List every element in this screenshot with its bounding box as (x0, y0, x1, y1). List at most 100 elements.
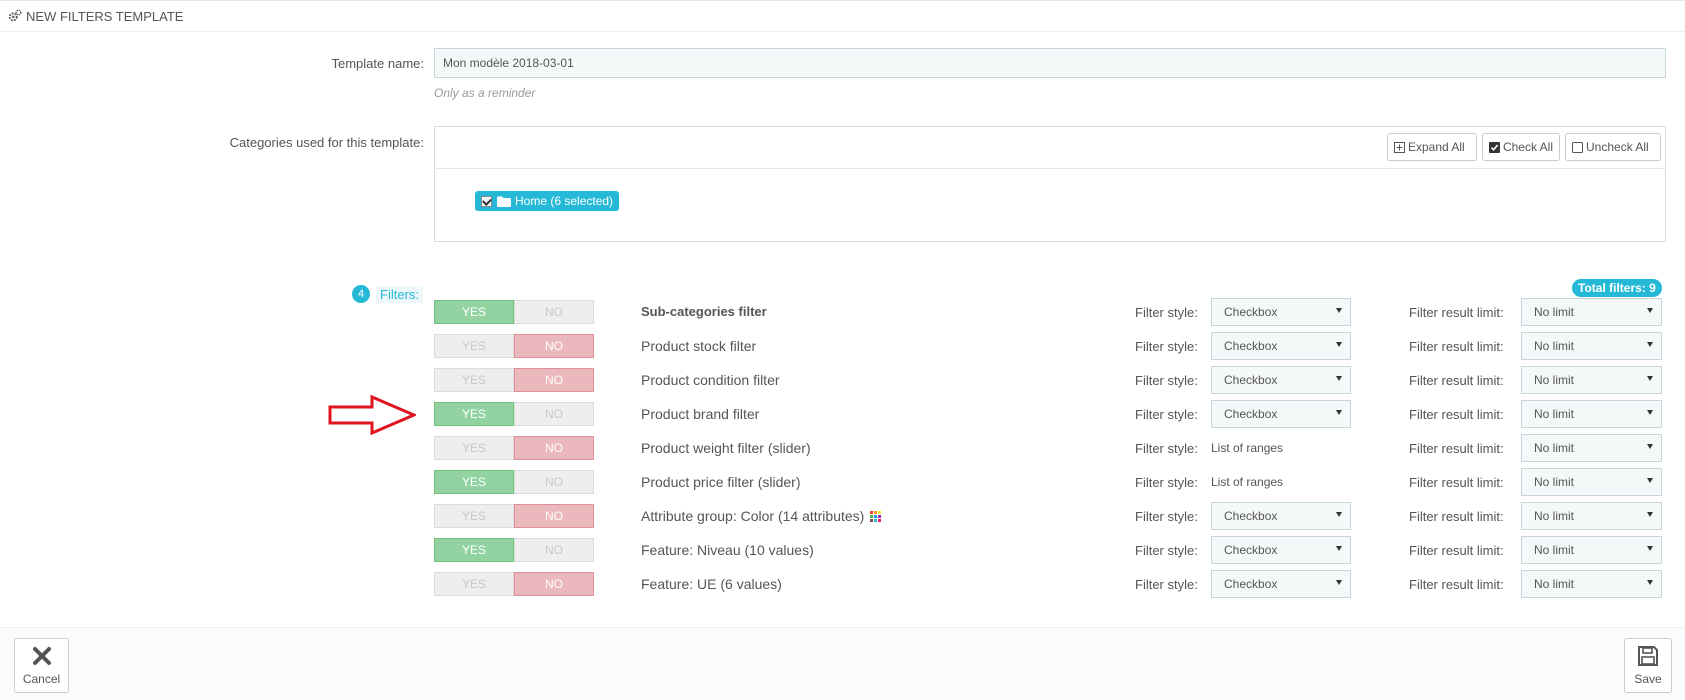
filter-style-select[interactable]: Checkbox (1211, 536, 1351, 564)
caret-down-icon (1336, 546, 1342, 551)
switch-no[interactable]: NO (514, 368, 594, 392)
filter-limit-value: No limit (1534, 577, 1575, 591)
save-label: Save (1634, 672, 1662, 686)
filter-name-text: Feature: Niveau (10 values) (641, 542, 814, 558)
close-icon (32, 646, 51, 665)
filter-name-text: Product condition filter (641, 372, 780, 388)
template-name-input[interactable] (434, 48, 1666, 78)
filter-row: YES NO Attribute group: Color (14 attrib… (0, 502, 1685, 530)
filter-row: YES NO Product brand filter Filter style… (0, 400, 1685, 428)
switch-yes[interactable]: YES (434, 538, 514, 562)
filter-limit-value: No limit (1534, 509, 1575, 523)
filter-enabled-switch[interactable]: YES NO (434, 334, 594, 358)
filter-style-label: Filter style: (1135, 305, 1198, 320)
folder-icon (497, 196, 511, 207)
switch-yes[interactable]: YES (434, 300, 514, 324)
caret-down-icon (1647, 478, 1653, 483)
filter-limit-value: No limit (1534, 407, 1575, 421)
filter-limit-select[interactable]: No limit (1521, 400, 1662, 428)
filter-style-value: Checkbox (1224, 373, 1278, 387)
panel-heading: New filters template (0, 0, 1685, 32)
cancel-label: Cancel (22, 671, 61, 686)
filter-style-value: Checkbox (1224, 543, 1278, 557)
tree-node-home[interactable]: Home (6 selected) (475, 191, 620, 211)
switch-yes[interactable]: YES (434, 368, 514, 392)
categories-label: Categories used for this template: (229, 135, 424, 150)
filter-limit-label: Filter result limit: (1409, 373, 1504, 388)
switch-yes[interactable]: YES (434, 334, 514, 358)
filter-row: YES NO Product price filter (slider) Fil… (0, 468, 1685, 496)
filter-enabled-switch[interactable]: YES NO (434, 300, 594, 324)
filter-style-select[interactable]: Checkbox (1211, 298, 1351, 326)
filter-limit-label: Filter result limit: (1409, 407, 1504, 422)
filter-style-label: Filter style: (1135, 577, 1198, 592)
caret-down-icon (1336, 580, 1342, 585)
caret-down-icon (1647, 342, 1653, 347)
switch-yes[interactable]: YES (434, 504, 514, 528)
panel-title: New filters template (26, 8, 184, 24)
caret-down-icon (1647, 580, 1653, 585)
filter-enabled-switch[interactable]: YES NO (434, 368, 594, 392)
filter-style-select[interactable]: Checkbox (1211, 400, 1351, 428)
filter-style-select[interactable]: Checkbox (1211, 366, 1351, 394)
check-all-button[interactable]: Check All (1482, 133, 1560, 161)
switch-yes[interactable]: YES (434, 572, 514, 596)
switch-no[interactable]: NO (514, 572, 594, 596)
switch-yes[interactable]: YES (434, 470, 514, 494)
filter-limit-select[interactable]: No limit (1521, 366, 1662, 394)
filter-limit-value: No limit (1534, 339, 1575, 353)
filter-limit-select[interactable]: No limit (1521, 332, 1662, 360)
filter-style-label: Filter style: (1135, 441, 1198, 456)
filter-enabled-switch[interactable]: YES NO (434, 504, 594, 528)
filter-style-select[interactable]: Checkbox (1211, 332, 1351, 360)
filter-limit-select[interactable]: No limit (1521, 434, 1662, 462)
switch-yes[interactable]: YES (434, 436, 514, 460)
tree-toolbar: Expand All Check All Uncheck All (435, 127, 1665, 169)
filter-style-value: Checkbox (1224, 407, 1278, 421)
switch-no[interactable]: NO (514, 436, 594, 460)
check-all-label: Check All (1502, 140, 1553, 154)
switch-no[interactable]: NO (514, 334, 594, 358)
filter-style-label: Filter style: (1135, 543, 1198, 558)
filter-style-select[interactable]: Checkbox (1211, 570, 1351, 598)
tree-node-label: Home (6 selected) (515, 194, 614, 208)
caret-down-icon (1647, 376, 1653, 381)
filter-name-text: Product brand filter (641, 406, 760, 422)
filter-limit-label: Filter result limit: (1409, 441, 1504, 456)
filter-limit-label: Filter result limit: (1409, 543, 1504, 558)
uncheck-all-button[interactable]: Uncheck All (1565, 133, 1661, 161)
expand-all-button[interactable]: Expand All (1387, 133, 1477, 161)
switch-no[interactable]: NO (514, 470, 594, 494)
filter-enabled-switch[interactable]: YES NO (434, 436, 594, 460)
cancel-button[interactable]: Cancel (14, 638, 69, 693)
filter-style-label: Filter style: (1135, 407, 1198, 422)
filter-row: YES NO Product condition filter Filter s… (0, 366, 1685, 394)
filter-limit-value: No limit (1534, 475, 1575, 489)
filter-limit-select[interactable]: No limit (1521, 570, 1662, 598)
filter-enabled-switch[interactable]: YES NO (434, 470, 594, 494)
filter-limit-value: No limit (1534, 373, 1575, 387)
switch-no[interactable]: NO (514, 402, 594, 426)
tree-node-checkbox[interactable] (481, 195, 492, 207)
filter-enabled-switch[interactable]: YES NO (434, 572, 594, 596)
switch-no[interactable]: NO (514, 538, 594, 562)
uncheck-all-label: Uncheck All (1586, 140, 1649, 154)
filter-limit-select[interactable]: No limit (1521, 502, 1662, 530)
filter-style-select[interactable]: Checkbox (1211, 502, 1351, 530)
filter-limit-select[interactable]: No limit (1521, 468, 1662, 496)
filter-enabled-switch[interactable]: YES NO (434, 538, 594, 562)
caret-down-icon (1336, 376, 1342, 381)
caret-down-icon (1647, 444, 1653, 449)
filter-style-label: Filter style: (1135, 509, 1198, 524)
filter-name: Product stock filter (641, 338, 756, 354)
filter-name: Attribute group: Color (14 attributes) (641, 508, 882, 524)
switch-no[interactable]: NO (514, 300, 594, 324)
filter-limit-select[interactable]: No limit (1521, 536, 1662, 564)
filter-limit-value: No limit (1534, 543, 1575, 557)
switch-no[interactable]: NO (514, 504, 594, 528)
caret-down-icon (1336, 308, 1342, 313)
switch-yes[interactable]: YES (434, 402, 514, 426)
save-button[interactable]: Save (1624, 638, 1672, 693)
filter-limit-select[interactable]: No limit (1521, 298, 1662, 326)
filter-enabled-switch[interactable]: YES NO (434, 402, 594, 426)
